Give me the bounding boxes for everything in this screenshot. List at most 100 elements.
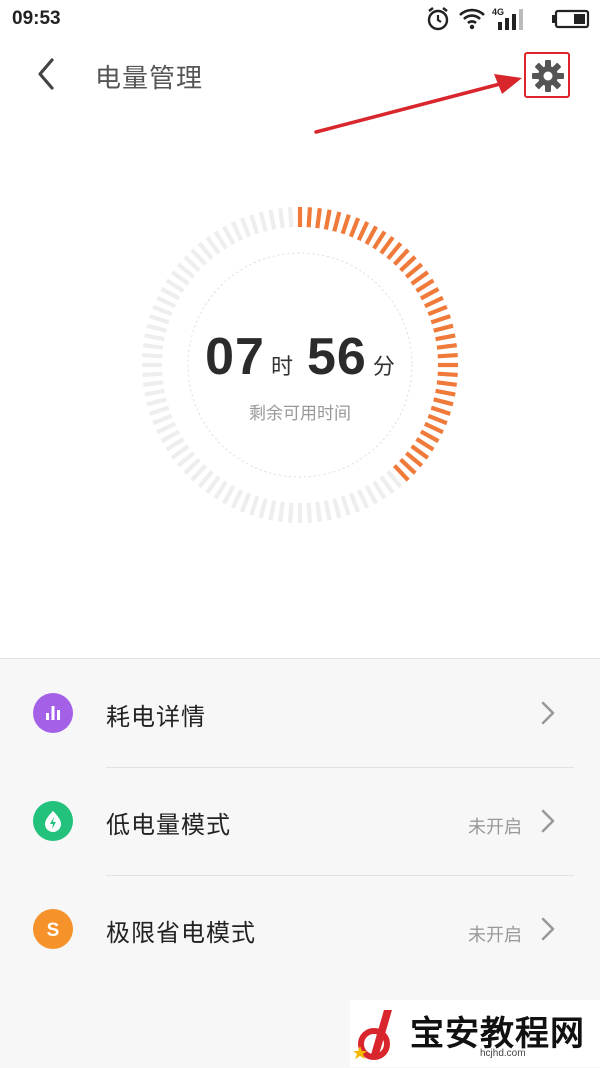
- gauge-tick-active: [386, 241, 403, 261]
- gauge-tick: [239, 492, 252, 513]
- gauge-tick: [278, 207, 285, 229]
- gear-icon: [532, 60, 564, 92]
- gauge-tick: [287, 207, 294, 228]
- back-button[interactable]: [28, 52, 68, 96]
- network-type-label: 4G: [492, 7, 504, 17]
- menu-item-label: 耗电详情: [106, 703, 206, 731]
- gauge-tick-active: [315, 207, 322, 229]
- watermark: 宝安教程网 hcjhd.com: [350, 1000, 600, 1067]
- gauge-tick-active: [430, 314, 451, 325]
- gauge-tick-active: [404, 451, 424, 468]
- gauge-tick: [222, 484, 236, 505]
- chevron-right-icon: [541, 809, 555, 833]
- gauge-tick: [183, 457, 201, 475]
- gauge-tick-active: [423, 295, 444, 309]
- leaf-bolt-icon: [33, 801, 73, 841]
- gauge-tick: [356, 488, 370, 509]
- gauge-tick: [156, 295, 177, 309]
- low-power-badge: [33, 801, 73, 841]
- gauge-tick-active: [340, 214, 351, 235]
- gauge-tick-active: [379, 235, 395, 255]
- gauge-tick: [230, 221, 244, 242]
- menu-item-low-power-mode[interactable]: 低电量模式 未开启: [0, 767, 600, 874]
- gauge-tick: [249, 495, 260, 516]
- menu-item-label: 低电量模式: [106, 811, 231, 839]
- remaining-time-caption: 剩余可用时间: [249, 404, 351, 424]
- gauge-tick: [315, 501, 322, 523]
- gauge-tick: [165, 278, 185, 293]
- gauge-tick: [160, 287, 181, 301]
- chevron-right-icon: [541, 917, 555, 941]
- power-details-badge: [33, 693, 73, 733]
- menu-item-power-details[interactable]: 耗电详情: [0, 659, 600, 766]
- gauge-tick: [258, 498, 268, 519]
- gauge-tick: [156, 421, 177, 435]
- gauge-tick: [197, 241, 214, 261]
- gauge-tick: [258, 211, 268, 232]
- gauge-tick: [205, 475, 221, 495]
- gauge-tick: [287, 502, 294, 523]
- gauge-tick-active: [348, 217, 361, 238]
- gauge-tick: [197, 469, 214, 489]
- settings-button[interactable]: [524, 52, 570, 98]
- gauge-tick: [213, 480, 228, 500]
- gauge-tick-active: [427, 304, 448, 317]
- hours-unit: 时: [270, 355, 293, 380]
- menu-item-ultra-power-saving[interactable]: S 极限省电模式 未开启: [0, 875, 600, 982]
- gauge-tick-active: [399, 457, 417, 475]
- status-time: 09:53: [12, 8, 61, 29]
- s-letter-text: S: [47, 920, 60, 941]
- gauge-tick: [239, 217, 252, 238]
- gauge-tick-active: [415, 437, 435, 452]
- chevron-left-icon: [38, 58, 54, 90]
- gauge-tick-active: [364, 225, 378, 246]
- hours-value: 07: [205, 328, 265, 386]
- wifi-icon: [459, 8, 485, 30]
- gauge-tick: [213, 230, 228, 250]
- gauge-tick: [183, 255, 201, 273]
- gauge-tick: [144, 388, 165, 397]
- header: 电量管理: [0, 38, 600, 108]
- mode-status: 未开启: [468, 817, 522, 838]
- gauge-tick: [152, 304, 173, 317]
- gauge-tick: [348, 492, 361, 513]
- gauge-tick: [190, 248, 208, 266]
- signal-icon: 4G: [492, 7, 523, 30]
- gauge-tick: [149, 314, 170, 325]
- gauge-tick: [306, 502, 313, 523]
- gauge-tick: [268, 209, 277, 230]
- battery-gauge: 07 时 56 分 剩余可用时间: [140, 205, 460, 525]
- gauge-tick: [190, 464, 208, 482]
- gauge-tick-active: [356, 221, 370, 242]
- gauge-tick: [170, 270, 190, 286]
- menu-item-label: 极限省电模式: [106, 919, 256, 947]
- status-bar: 09:53 4G: [0, 0, 600, 38]
- gauge-tick-active: [410, 444, 430, 460]
- remaining-time: 07 时 56 分: [140, 327, 460, 387]
- mode-status: 未开启: [468, 925, 522, 946]
- alarm-icon: [427, 7, 449, 31]
- gauge-tick-active: [410, 270, 430, 286]
- gauge-tick: [222, 225, 236, 246]
- battery-icon: [552, 9, 590, 29]
- page-title: 电量管理: [95, 64, 204, 94]
- gauge-tick: [278, 501, 285, 523]
- gauge-tick: [230, 488, 244, 509]
- gauge-tick: [268, 500, 277, 521]
- gauge-tick: [176, 262, 196, 279]
- gauge-tick-active: [332, 211, 342, 232]
- watermark-url: hcjhd.com: [480, 1048, 526, 1059]
- gauge-tick-active: [372, 230, 387, 250]
- minutes-value: 56: [307, 328, 367, 386]
- gauge-tick: [332, 498, 342, 519]
- gauge-tick: [249, 214, 260, 235]
- gauge-tick-active: [392, 464, 410, 482]
- minutes-unit: 分: [372, 355, 395, 380]
- gauge-tick: [364, 484, 378, 505]
- gauge-tick: [372, 480, 387, 500]
- gauge-tick: [340, 495, 351, 516]
- gauge-tick: [386, 469, 403, 489]
- gauge-tick-active: [419, 287, 440, 301]
- ultra-saving-badge: S: [33, 909, 73, 949]
- chevron-right-icon: [541, 701, 555, 725]
